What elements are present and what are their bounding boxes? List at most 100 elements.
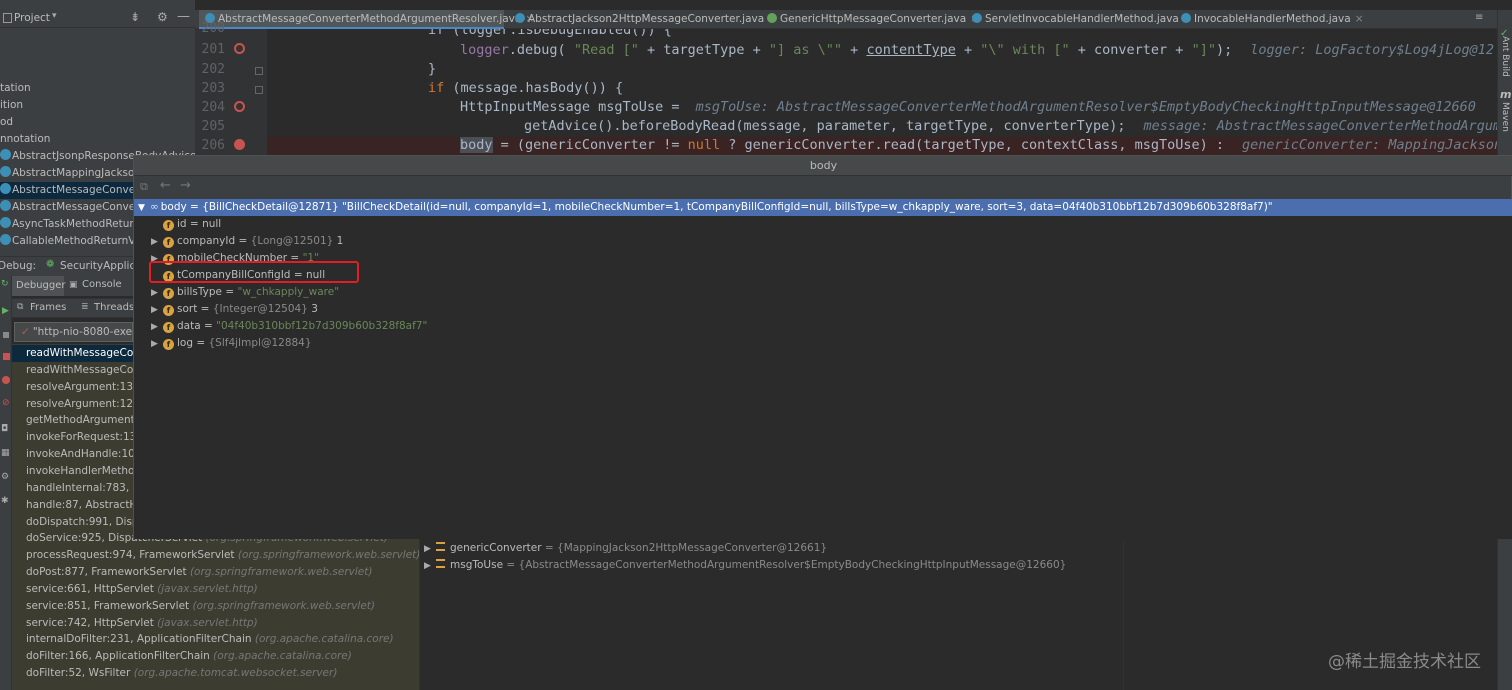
thread-selector[interactable]: ✓ "http-nio-8080-exec- — [14, 322, 133, 342]
resume-icon[interactable]: ▶ — [2, 306, 9, 316]
stack-frame[interactable]: doFilter:166, ApplicationFilterChain (or… — [12, 648, 419, 665]
field-row-sort[interactable]: ▶ f sort = {Integer@12504} 3 — [134, 301, 1512, 318]
copy-icon[interactable]: ⧉ — [140, 180, 148, 194]
class-icon — [0, 217, 11, 228]
field-row-data[interactable]: ▶ f data = "04f40b310bbf12b7d309b60b328f8a… — [134, 318, 1512, 335]
code-text: + targetType + — [638, 42, 769, 58]
project-tree-label: od — [0, 116, 14, 128]
field-row-log[interactable]: ▶ f log = {Slf4jImpl@12884} — [134, 335, 1512, 352]
fold-icon[interactable] — [255, 67, 263, 75]
root-name: body — [160, 201, 187, 213]
variable-icon — [436, 559, 445, 568]
gear-icon[interactable]: ⚙ — [157, 10, 168, 24]
rerun-icon[interactable]: ↻ — [1, 279, 9, 289]
project-tree-item[interactable]: tation — [0, 80, 195, 97]
variable-row[interactable]: ▶ genericConverter = {MappingJackson2Http… — [420, 540, 1124, 557]
breakpoint-icon[interactable] — [234, 101, 245, 112]
breakpoint-icon[interactable] — [234, 43, 245, 54]
class-icon — [972, 13, 982, 23]
stack-frame[interactable]: doPost:877, FrameworkServlet (org.spring… — [12, 564, 419, 581]
code-keyword: null — [687, 137, 721, 153]
tab-frames[interactable]: Frames — [30, 302, 66, 313]
stop-icon[interactable] — [3, 353, 10, 360]
layout-icon[interactable]: ▦ — [1, 448, 10, 458]
frame-method: internalDoFilter:231, ApplicationFilterC… — [26, 633, 255, 646]
field-row-companyid[interactable]: ▶ f companyId = {Long@12501} 1 — [134, 233, 1512, 250]
field-row-billstype[interactable]: ▶ f billsType = "w_chkapply_ware" — [134, 284, 1512, 301]
tab-servlet-invocable-handler-method[interactable]: ServletInvocableHandlerMethod.java× — [966, 10, 1192, 29]
watermark: @稀土掘金技术社区 — [1328, 652, 1481, 672]
field-row-id[interactable]: f id = null — [134, 216, 1512, 233]
tab-threads[interactable]: Threads — [94, 302, 134, 313]
variable-row[interactable]: ▶ msgToUse = {AbstractMessageConverterMet… — [420, 557, 1124, 574]
expand-icon[interactable]: ▶ — [151, 285, 163, 302]
tab-abstract-message-converter-method-argument-resolver[interactable]: AbstractMessageConverterMethodArgumentRe… — [199, 10, 534, 29]
project-panel-header: Project ▾ ⇟ ⚙ — — [0, 9, 195, 28]
code-keyword: if — [428, 80, 445, 96]
inline-value-hint: message: AbstractMessageConverterMethodA… — [1143, 118, 1497, 134]
class-icon — [0, 166, 11, 177]
code-text: (message.hasBody()) { — [444, 80, 624, 96]
pause-icon[interactable] — [3, 332, 9, 338]
collapse-all-icon[interactable]: ⇟ — [130, 10, 140, 24]
mute-breakpoints-icon[interactable]: ⊘ — [2, 398, 10, 408]
breakpoint-hit-icon[interactable] — [234, 139, 245, 150]
tab-console[interactable]: Console — [82, 279, 122, 290]
expand-icon[interactable]: ▶ — [151, 319, 163, 336]
tab-invocable-handler-method[interactable]: InvocableHandlerMethod.java × — [1175, 10, 1364, 29]
value-root-row[interactable]: ▼ ∞ body = {BillCheckDetail@12871} "BillCh… — [134, 199, 1512, 216]
tab-label: InvocableHandlerMethod.java — [1194, 13, 1351, 25]
stack-frame[interactable]: service:851, FrameworkServlet (org.sprin… — [12, 598, 419, 615]
collapse-icon[interactable]: ▼ — [138, 200, 150, 217]
expand-icon[interactable]: ▶ — [151, 234, 163, 251]
field-equals: = — [197, 303, 213, 315]
stack-frame[interactable]: service:661, HttpServlet (javax.servlet.… — [12, 581, 419, 598]
code-editor[interactable]: if (logger.isDebugEnabled()) { logger.de… — [267, 29, 1497, 155]
tab-label: AbstractMessageConverterMethodArgumentRe… — [218, 13, 522, 25]
variables-panel: ▶ genericConverter = {MappingJackson2Http… — [419, 538, 1123, 690]
maven-tab[interactable]: Maven — [1500, 102, 1510, 132]
project-tree-item[interactable]: nnotation — [0, 131, 195, 148]
project-tree-item[interactable]: od — [0, 114, 195, 131]
project-tree-label: ition — [0, 99, 24, 111]
project-title[interactable]: Project — [14, 12, 50, 24]
pin-icon[interactable]: ✱ — [1, 496, 9, 506]
ant-build-tab[interactable]: Ant Build — [1500, 36, 1510, 77]
run-config-tab[interactable]: SecurityApplica — [60, 260, 142, 272]
fold-icon[interactable] — [255, 86, 263, 94]
expand-icon[interactable]: ▶ — [151, 302, 163, 319]
field-icon: f — [163, 305, 174, 316]
view-breakpoints-icon[interactable] — [2, 376, 10, 384]
frame-package: (javax.servlet.http) — [157, 616, 258, 629]
back-arrow-icon[interactable]: ← — [160, 178, 171, 193]
close-icon[interactable]: × — [1355, 13, 1364, 25]
frame-method: handleInternal:783, Re — [26, 481, 146, 494]
tab-generic-http-message-converter[interactable]: GenericHttpMessageConverter.java× — [761, 10, 979, 29]
stack-frame[interactable]: internalDoFilter:231, ApplicationFilterC… — [12, 631, 419, 648]
stack-frame[interactable]: service:742, HttpServlet (javax.servlet.… — [12, 615, 419, 632]
tab-debugger[interactable]: Debugger — [12, 276, 66, 296]
stack-frame[interactable]: doFilter:52, WsFilter (org.apache.tomcat… — [12, 665, 419, 682]
code-line-203: if (message.hasBody()) { — [267, 80, 1497, 99]
line-number: 205 — [201, 119, 225, 134]
field-equals: = — [193, 337, 209, 349]
watch-icon: ∞ — [150, 201, 159, 213]
forward-arrow-icon[interactable]: → — [180, 178, 191, 193]
class-icon — [0, 234, 11, 245]
expand-icon[interactable]: ▶ — [424, 541, 436, 558]
code-text: .debug( — [508, 42, 574, 58]
code-text: + converter + — [1069, 42, 1192, 58]
expand-icon[interactable]: ▶ — [151, 336, 163, 353]
chevron-down-icon[interactable]: ▾ — [52, 11, 57, 21]
stack-frame[interactable]: processRequest:974, FrameworkServlet (or… — [12, 547, 419, 564]
settings-icon[interactable]: ⚙ — [1, 472, 9, 482]
code-text: HttpInputMessage msgToUse = — [460, 99, 688, 115]
expand-icon[interactable]: ▶ — [424, 558, 436, 575]
project-tree-item[interactable]: ition — [0, 97, 195, 114]
tab-list-icon[interactable]: ≡ — [1475, 12, 1483, 23]
field-name: billsType — [177, 286, 223, 298]
frame-package: (org.apache.catalina.core) — [213, 650, 352, 663]
hide-panel-icon[interactable]: — — [177, 9, 190, 24]
tab-abstract-jackson2-http-message-converter[interactable]: AbstractJackson2HttpMessageConverter.jav… — [509, 10, 777, 29]
camera-icon[interactable]: ◘ — [1, 424, 8, 434]
